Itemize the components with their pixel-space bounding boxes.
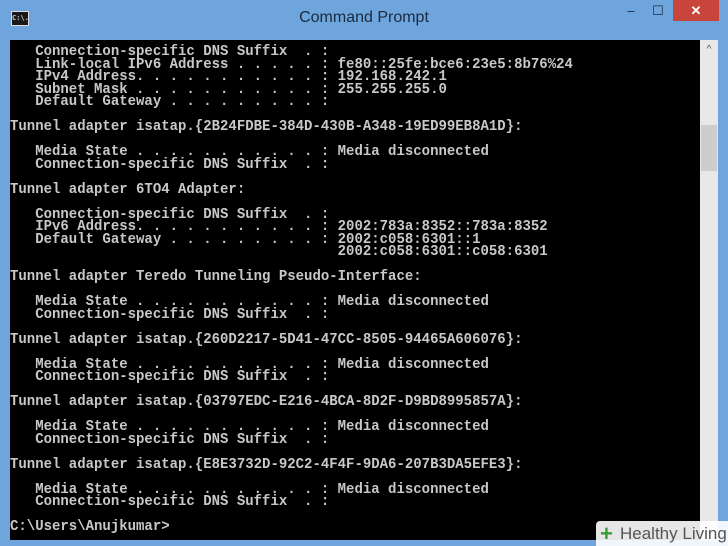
plus-logo-icon: +: [600, 521, 613, 546]
console-line: Tunnel adapter isatap.{260D2217-5D41-47C…: [10, 331, 523, 348]
vertical-scrollbar[interactable]: ^: [700, 40, 718, 540]
console-line: Tunnel adapter Teredo Tunneling Pseudo-I…: [10, 268, 422, 286]
console-line: Tunnel adapter isatap.{2B24FDBE-384D-430…: [10, 118, 523, 136]
console-line: Tunnel adapter isatap.{03797EDC-E216-4BC…: [10, 393, 523, 411]
console-line: 2002:c058:6301::c058:6301: [10, 243, 548, 261]
console-line: Connection-specific DNS Suffix . :: [10, 368, 330, 386]
command-prompt-line: C:\Users\Anujkumar>: [10, 518, 170, 536]
console-line: Connection-specific DNS Suffix . :: [10, 306, 330, 323]
console-line: Tunnel adapter isatap.{E8E3732D-92C2-4F4…: [10, 456, 523, 473]
maximize-button[interactable]: ☐: [645, 0, 671, 21]
console-line: Tunnel adapter 6TO4 Adapter:: [10, 181, 246, 198]
watermark: + Healthy Living: [596, 521, 728, 546]
console-lines: Connection-specific DNS Suffix . : Link-…: [10, 40, 573, 534]
console-line: Connection-specific DNS Suffix . :: [10, 156, 330, 173]
console-line: Connection-specific DNS Suffix . :: [10, 431, 330, 448]
console-line: Connection-specific DNS Suffix . :: [10, 493, 330, 511]
close-button[interactable]: ✕: [673, 0, 719, 21]
watermark-text: Healthy Living: [620, 524, 727, 543]
title-bar[interactable]: C:\. Command Prompt – ☐ ✕: [0, 0, 728, 38]
minimize-button[interactable]: –: [618, 0, 644, 21]
scroll-up-arrow-icon[interactable]: ^: [700, 40, 718, 58]
scrollbar-thumb[interactable]: [701, 125, 717, 171]
console-line: Default Gateway . . . . . . . . . :: [10, 93, 330, 111]
console-output[interactable]: Connection-specific DNS Suffix . : Link-…: [10, 40, 700, 540]
